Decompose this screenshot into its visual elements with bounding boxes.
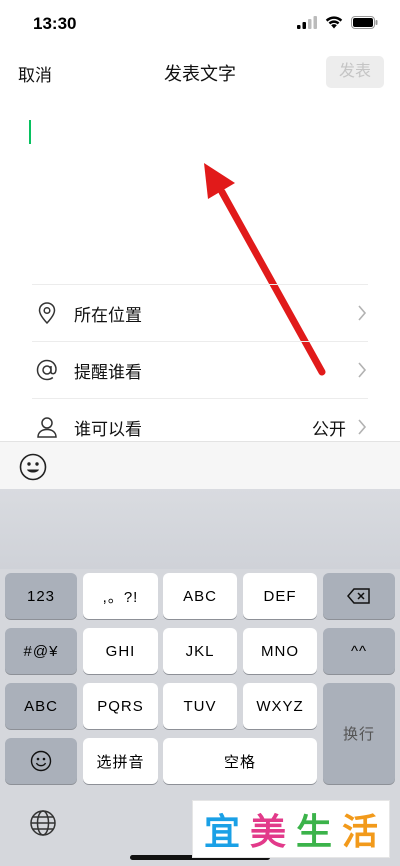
post-button[interactable]: 发表 xyxy=(326,56,384,88)
emoji-button-icon[interactable] xyxy=(18,452,48,482)
emoji-key[interactable] xyxy=(5,738,77,784)
option-location[interactable]: 所在位置 xyxy=(32,284,368,341)
key-punctuation[interactable]: ,。?! xyxy=(83,573,158,619)
key-ghi[interactable]: GHI xyxy=(83,628,158,674)
person-icon xyxy=(34,414,60,440)
cellular-signal-icon xyxy=(297,16,317,29)
key-123[interactable]: 123 xyxy=(5,573,77,619)
text-caret xyxy=(29,120,31,144)
key-wxyz[interactable]: WXYZ xyxy=(243,683,317,729)
visibility-value: 公开 xyxy=(312,419,346,439)
key-def[interactable]: DEF xyxy=(243,573,317,619)
chevron-right-icon xyxy=(358,419,367,435)
backspace-icon xyxy=(347,588,370,604)
backspace-key[interactable] xyxy=(323,573,395,619)
smiley-icon xyxy=(30,750,52,772)
nav-bar: 取消 发表文字 发表 xyxy=(0,48,400,96)
key-english-switch[interactable]: ABC xyxy=(5,683,77,729)
status-icons xyxy=(297,16,378,29)
post-options-list: 所在位置 提醒谁看 谁可以看 公开 xyxy=(32,284,368,455)
chevron-right-icon xyxy=(358,305,367,321)
status-time: 13:30 xyxy=(33,14,77,33)
key-jkl[interactable]: JKL xyxy=(163,628,237,674)
keyboard: 123 ,。?! ABC DEF #@¥ GHI JKL MNO ^^ ABC … xyxy=(0,489,400,866)
battery-icon xyxy=(351,16,378,29)
option-label: 所在位置 xyxy=(74,305,142,325)
key-mno[interactable]: MNO xyxy=(243,628,317,674)
watermark-char: 活 xyxy=(341,811,378,852)
watermark-char: 美 xyxy=(249,811,286,852)
emoji-toolbar xyxy=(0,441,400,489)
option-label: 提醒谁看 xyxy=(74,362,142,382)
watermark-char: 宜 xyxy=(203,811,240,852)
watermark-logo: 宜 美 生 活 xyxy=(192,800,390,858)
globe-icon[interactable] xyxy=(29,809,57,837)
watermark-char: 生 xyxy=(295,811,332,852)
enter-key[interactable]: 换行 xyxy=(323,683,395,784)
keyboard-suggestion-bar xyxy=(0,489,400,569)
key-pqrs[interactable]: PQRS xyxy=(83,683,158,729)
key-symbols[interactable]: #@¥ xyxy=(5,628,77,674)
key-abc[interactable]: ABC xyxy=(163,573,237,619)
key-emoticon[interactable]: ^^ xyxy=(323,628,395,674)
chevron-right-icon xyxy=(358,362,367,378)
compose-text-input[interactable] xyxy=(18,106,382,276)
at-sign-icon xyxy=(34,357,60,383)
status-bar: 13:30 xyxy=(0,0,400,48)
option-remind[interactable]: 提醒谁看 xyxy=(32,341,368,398)
wifi-icon xyxy=(325,16,343,29)
location-pin-icon xyxy=(34,300,60,326)
key-pinyin-select[interactable]: 选拼音 xyxy=(83,738,158,784)
option-label: 谁可以看 xyxy=(74,419,142,439)
space-key[interactable]: 空格 xyxy=(163,738,317,784)
key-tuv[interactable]: TUV xyxy=(163,683,237,729)
